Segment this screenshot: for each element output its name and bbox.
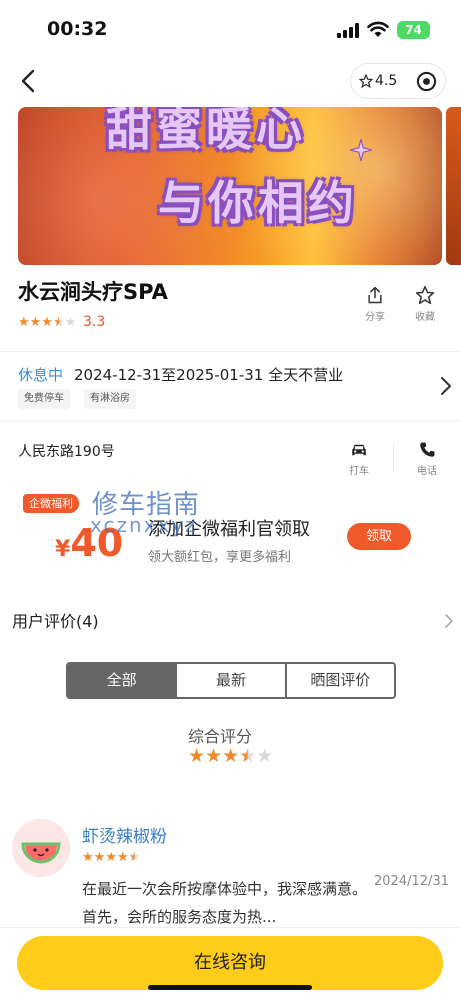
sparkle-icon <box>350 139 372 161</box>
back-arrow-icon[interactable] <box>14 66 44 96</box>
rating-pill[interactable]: 4.5 <box>350 63 446 99</box>
promo-badge: 企微福利 <box>23 494 79 513</box>
taxi-label: 打车 <box>349 466 369 477</box>
signal-icon <box>337 23 359 38</box>
chevron-right-icon[interactable] <box>444 613 454 629</box>
rating-value: 4.5 <box>375 73 398 89</box>
watermelon-avatar-icon <box>21 842 61 864</box>
reviewer-rating-stars: ★★★★★ <box>82 850 141 865</box>
car-icon <box>352 444 366 456</box>
reviews-header[interactable]: 用户评价(4) <box>12 608 99 632</box>
phone-icon <box>420 442 435 457</box>
star-outline-icon <box>415 285 435 305</box>
reviewer-name[interactable]: 虾烫辣椒粉 <box>82 822 167 847</box>
avatar[interactable] <box>12 819 70 877</box>
promo-currency: ¥ <box>55 537 71 562</box>
business-hours-detail: 2024-12-31至2025-01-31 全天不营业 <box>74 366 344 384</box>
banner-line-2: 与你相约 <box>158 176 358 230</box>
phone-label: 电话 <box>417 466 437 477</box>
tab-all[interactable]: 全部 <box>68 664 178 697</box>
review-filter-tabs: 全部 最新 晒图评价 <box>66 662 396 699</box>
business-status: 休息中 <box>18 366 64 384</box>
phone-button[interactable]: 电话 <box>407 441 447 477</box>
overall-rating-stars: ★★★★★ <box>188 745 274 767</box>
banner-next-preview[interactable] <box>446 107 461 265</box>
shop-rating-stars: ★★★★★ <box>18 315 77 330</box>
review-text[interactable]: 在最近一次会所按摩体验中，我深感满意。首先，会所的服务态度为热... <box>82 875 372 931</box>
more-circle-icon[interactable] <box>416 71 437 92</box>
review-date: 2024/12/31 <box>374 874 449 889</box>
banner-line-1: 甜蜜暖心 <box>106 107 306 156</box>
battery-indicator: 74 <box>397 21 430 39</box>
status-time: 00:32 <box>47 18 108 40</box>
home-indicator <box>148 985 312 990</box>
share-icon <box>368 286 382 304</box>
share-button[interactable]: 分享 <box>355 285 395 323</box>
tab-latest[interactable]: 最新 <box>177 664 287 697</box>
overall-rating-label: 综合评分 <box>188 727 253 746</box>
favorite-label: 收藏 <box>415 312 435 323</box>
taxi-button[interactable]: 打车 <box>339 441 379 477</box>
shop-score: 3.3 <box>83 314 106 330</box>
claim-button[interactable]: 领取 <box>347 523 411 550</box>
favorite-button[interactable]: 收藏 <box>405 285 445 323</box>
address-text[interactable]: 人民东路190号 <box>18 441 115 461</box>
wifi-icon <box>367 21 389 37</box>
divider <box>0 351 461 352</box>
online-consult-button[interactable]: 在线咨询 <box>17 936 443 990</box>
chevron-right-icon[interactable] <box>440 376 452 396</box>
tag-shower: 有淋浴房 <box>84 389 136 409</box>
share-label: 分享 <box>365 312 385 323</box>
tab-with-photos[interactable]: 晒图评价 <box>286 664 394 697</box>
tag-free-parking: 免费停车 <box>18 389 70 409</box>
vertical-divider <box>393 443 394 473</box>
star-outline-icon <box>359 74 373 88</box>
banner-image[interactable]: 甜蜜暖心 与你相约 <box>18 107 442 265</box>
promo-subtitle: 领大额红包，享更多福利 <box>148 550 292 565</box>
divider <box>0 420 461 421</box>
shop-name: 水云涧头疗SPA <box>18 280 168 304</box>
watermark-subtitle: xcznxxyz <box>90 513 198 537</box>
